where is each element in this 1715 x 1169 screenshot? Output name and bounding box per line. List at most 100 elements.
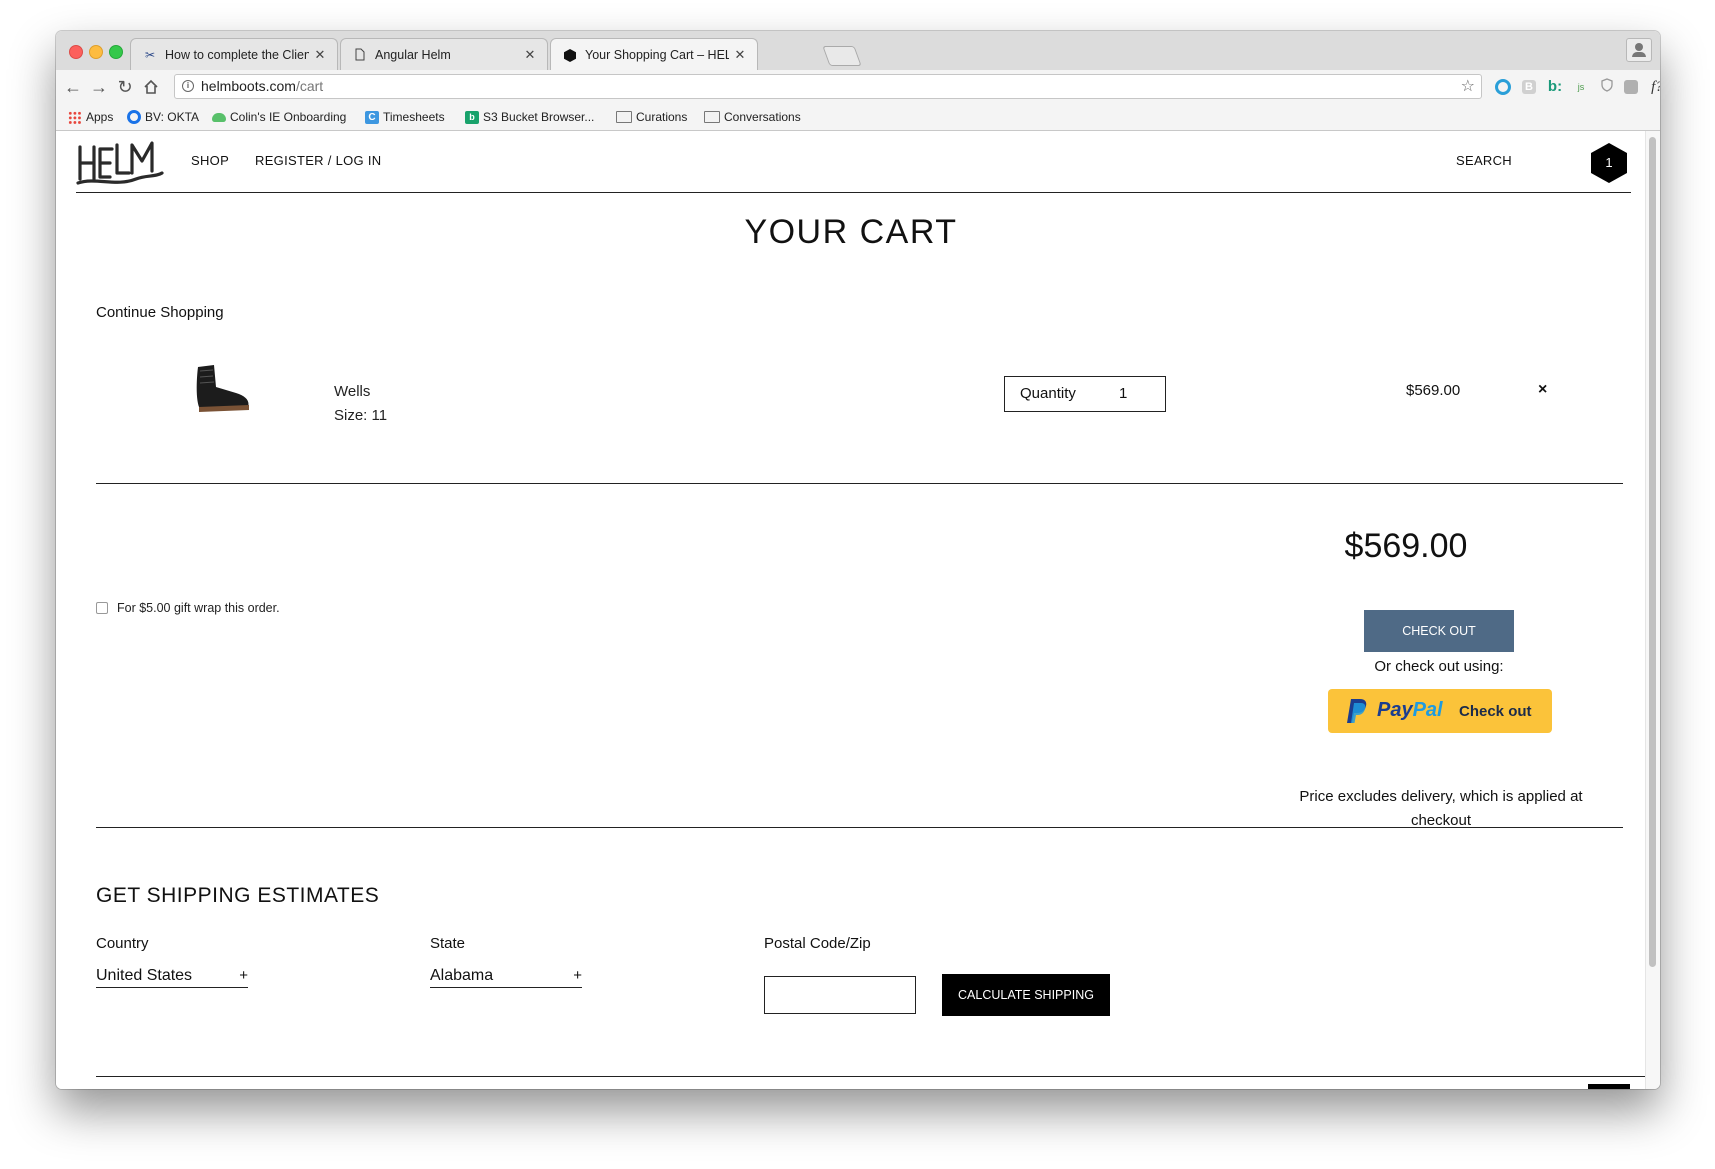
product-size: Size: 11	[334, 407, 388, 424]
nav-search[interactable]: SEARCH	[1456, 153, 1512, 168]
quantity-value[interactable]: 1	[1119, 377, 1127, 411]
paypal-wordmark: PayPal	[1377, 699, 1443, 722]
bookmark-label: BV: OKTA	[145, 110, 200, 124]
zip-input[interactable]	[764, 976, 916, 1014]
bookmark-okta[interactable]: BV: OKTA	[127, 110, 199, 124]
paypal-checkout-label: Check out	[1459, 703, 1532, 720]
paypal-pal: Pal	[1412, 699, 1443, 721]
alt-checkout-label: Or check out using:	[1374, 658, 1504, 675]
page-content: SHOP REGISTER / LOG IN SEARCH 1 YOUR CAR…	[56, 131, 1646, 1089]
bookmark-apps[interactable]: Apps	[68, 110, 113, 124]
home-icon[interactable]	[140, 76, 162, 98]
bookmark-label: Curations	[636, 110, 688, 124]
extension-shield-icon[interactable]	[1598, 78, 1616, 96]
tab-title: Angular Helm	[375, 47, 451, 62]
folder-icon	[704, 111, 720, 123]
bookmark-onboarding[interactable]: Colin's IE Onboarding	[212, 110, 346, 124]
header-divider	[76, 192, 1631, 193]
bookmark-conversations[interactable]: Conversations	[704, 110, 801, 124]
scrollbar-thumb[interactable]	[1649, 137, 1656, 967]
state-select[interactable]: Alabama +	[430, 967, 582, 988]
info-icon[interactable]: i	[182, 80, 194, 92]
extension-js-icon[interactable]: js	[1572, 78, 1590, 96]
bookmark-label: S3 Bucket Browser...	[483, 110, 595, 124]
bookmark-label: Timesheets	[383, 110, 445, 124]
close-icon[interactable]: ✕	[313, 47, 327, 63]
tab-strip: ✂ How to complete the Client pa ✕ Angula…	[56, 31, 1660, 71]
extension-square-icon[interactable]	[1624, 80, 1638, 94]
tab-shopping-cart[interactable]: Your Shopping Cart – HELM Bo ✕	[550, 38, 758, 71]
line-item-price: $569.00	[1406, 382, 1461, 399]
close-window-button[interactable]	[69, 45, 83, 59]
calculate-shipping-button[interactable]: CALCULATE SHIPPING	[942, 974, 1110, 1016]
cart-badge[interactable]: 1	[1588, 142, 1630, 184]
gift-wrap-option[interactable]: For $5.00 gift wrap this order.	[96, 601, 280, 615]
page-scrollbar[interactable]	[1645, 131, 1660, 1089]
paypal-icon	[1347, 699, 1367, 723]
bookmark-timesheets[interactable]: C Timesheets	[365, 110, 445, 124]
quantity-label: Quantity	[1020, 385, 1076, 402]
tab-title: Your Shopping Cart – HELM Bo	[585, 48, 729, 62]
url-host: helmboots.com	[201, 78, 296, 94]
bucket-icon: b	[465, 110, 479, 124]
paypal-checkout-button[interactable]: PayPal Check out	[1328, 689, 1552, 733]
country-select[interactable]: United States +	[96, 967, 248, 988]
nav-register-login[interactable]: REGISTER / LOG IN	[255, 153, 381, 168]
okta-icon	[127, 110, 141, 124]
url-path: /cart	[295, 78, 324, 94]
tab-angular-helm[interactable]: Angular Helm ✕	[340, 38, 548, 70]
cart-count: 1	[1605, 155, 1613, 170]
remove-item-button[interactable]: ×	[1538, 381, 1547, 399]
state-label: State	[430, 935, 466, 952]
gift-wrap-checkbox[interactable]	[96, 602, 108, 614]
tab-client-guide[interactable]: ✂ How to complete the Client pa ✕	[130, 38, 338, 70]
reload-icon[interactable]: ↻	[114, 76, 136, 98]
cloud-icon	[212, 112, 226, 122]
browser-window: ✂ How to complete the Client pa ✕ Angula…	[56, 31, 1660, 1089]
product-image[interactable]	[186, 363, 256, 415]
continue-shopping-link[interactable]: Continue Shopping	[96, 304, 224, 321]
product-name[interactable]: Wells	[334, 383, 370, 400]
folder-icon	[616, 111, 632, 123]
minimize-window-button[interactable]	[89, 45, 103, 59]
scissors-icon: ✂	[144, 47, 156, 62]
footer-divider	[96, 1076, 1646, 1077]
extension-ring-icon[interactable]	[1495, 79, 1511, 95]
helm-logo[interactable]	[76, 137, 164, 187]
bookmarks-bar: Apps BV: OKTA Colin's IE Onboarding C Ti…	[56, 104, 1660, 131]
zip-label: Postal Code/Zip	[764, 935, 871, 952]
cart-divider	[96, 483, 1623, 484]
new-tab-button[interactable]	[822, 46, 862, 66]
country-label: Country	[96, 935, 149, 952]
extension-b-icon[interactable]: B	[1522, 80, 1536, 94]
bookmark-s3[interactable]: b S3 Bucket Browser...	[465, 110, 594, 124]
delivery-note: Price excludes delivery, which is applie…	[1299, 788, 1583, 829]
extension-f-icon[interactable]: f?	[1648, 78, 1660, 96]
forward-icon[interactable]: →	[88, 76, 110, 98]
apps-grid-icon	[68, 110, 82, 124]
bookmark-star-icon[interactable]: ☆	[1461, 75, 1475, 98]
maximize-window-button[interactable]	[109, 45, 123, 59]
bookmark-curations[interactable]: Curations	[616, 110, 687, 124]
close-icon[interactable]: ✕	[523, 47, 537, 63]
shipping-title: GET SHIPPING ESTIMATES	[96, 884, 380, 907]
footer-tab	[1588, 1084, 1630, 1089]
quantity-field[interactable]: Quantity 1	[1004, 376, 1166, 412]
checkout-button[interactable]: CHECK OUT	[1364, 610, 1514, 652]
shipping-divider	[96, 827, 1623, 828]
paypal-pay: Pay	[1377, 699, 1413, 721]
cart-total: $569.00	[1344, 527, 1468, 565]
close-icon[interactable]: ✕	[733, 47, 747, 63]
extension-bl-icon[interactable]: b:	[1546, 78, 1564, 96]
profile-icon[interactable]	[1626, 38, 1652, 62]
gift-wrap-label: For $5.00 gift wrap this order.	[117, 601, 280, 615]
nav-shop[interactable]: SHOP	[191, 153, 229, 168]
country-value: United States	[96, 967, 193, 984]
bookmark-label: Apps	[86, 110, 114, 124]
back-icon[interactable]: ←	[62, 76, 84, 98]
browser-toolbar: ← → ↻ i helmboots.com/cart ☆ B b: js f? …	[56, 70, 1660, 104]
page-title: YOUR CART	[744, 213, 958, 251]
timesheets-icon: C	[365, 110, 379, 124]
address-bar[interactable]: i helmboots.com/cart ☆	[174, 74, 1482, 99]
plus-icon: +	[573, 967, 582, 984]
